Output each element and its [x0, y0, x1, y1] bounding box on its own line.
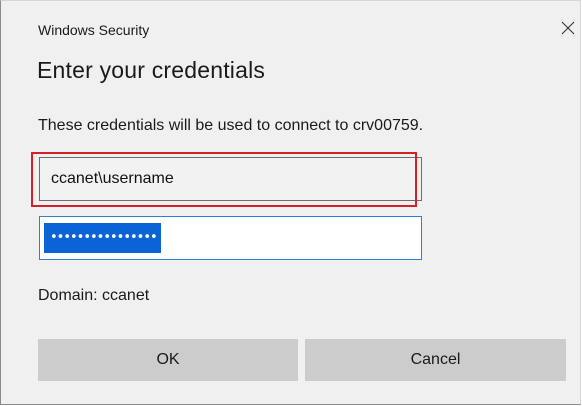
close-button[interactable] [557, 17, 579, 39]
password-field[interactable]: •••••••••••••••• [39, 216, 422, 260]
cancel-button[interactable]: Cancel [305, 339, 566, 381]
credentials-dialog: Windows Security Enter your credentials … [0, 0, 581, 405]
ok-button[interactable]: OK [38, 339, 298, 381]
dialog-message: These credentials will be used to connec… [38, 117, 424, 134]
username-highlight-box [31, 152, 417, 207]
dialog-heading: Enter your credentials [37, 57, 266, 83]
password-selection: •••••••••••••••• [44, 223, 161, 253]
close-icon [561, 21, 575, 35]
domain-label: Domain: ccanet [38, 287, 150, 304]
window-title: Windows Security [38, 22, 150, 38]
